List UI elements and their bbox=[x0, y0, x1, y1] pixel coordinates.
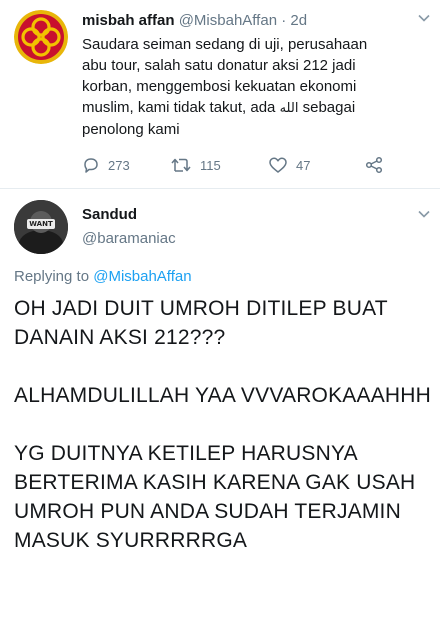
parent-text-line: abu tour, salah satu donatur aksi 212 ja… bbox=[82, 57, 356, 74]
like-button[interactable]: 47 bbox=[268, 155, 310, 175]
replying-to: Replying to @MisbahAffan bbox=[14, 268, 192, 285]
tweet-actions: 273 115 47 bbox=[82, 155, 422, 175]
reply-paragraph: OH JADI DUIT UMROH DITILEP BUAT DANAIN A… bbox=[14, 297, 388, 349]
share-button[interactable] bbox=[364, 155, 392, 175]
reply-paragraph: YG DUITNYA KETILEP HARUSNYA BERTERIMA KA… bbox=[14, 442, 416, 552]
parent-timestamp[interactable]: · 2d bbox=[281, 12, 307, 29]
parent-text-fragment: muslim, kami tidak takut, ada bbox=[82, 99, 280, 116]
logo-avatar-icon bbox=[14, 10, 68, 64]
parent-tweet[interactable]: misbah affan @MisbahAffan · 2d Saudara s… bbox=[0, 0, 440, 188]
parent-display-name[interactable]: misbah affan bbox=[82, 12, 175, 29]
parent-text-line: Saudara seiman sedang di uji, perusahaan bbox=[82, 36, 368, 53]
parent-text-line: muslim, kami tidak takut, ada الله sebag… bbox=[82, 97, 432, 119]
parent-tweet-text: Saudara seiman sedang di uji, perusahaan… bbox=[82, 34, 432, 140]
reply-icon bbox=[84, 158, 98, 173]
arabic-word: الله bbox=[279, 101, 299, 116]
reply-tweet-text: OH JADI DUIT UMROH DITILEP BUAT DANAIN A… bbox=[14, 294, 434, 555]
retweet-count: 115 bbox=[200, 157, 221, 173]
chevron-down-icon[interactable] bbox=[418, 12, 430, 24]
parent-avatar[interactable] bbox=[14, 10, 68, 64]
parent-header: misbah affan @MisbahAffan · 2d bbox=[82, 12, 307, 29]
parent-text-line: penolong kami bbox=[82, 121, 180, 138]
parent-text-line: korban, menggembosi kekuatan ekonomi bbox=[82, 78, 357, 95]
tweet-divider bbox=[0, 188, 440, 189]
replying-prefix: Replying to bbox=[14, 268, 94, 285]
parent-text-fragment: sebagai bbox=[298, 99, 356, 116]
reply-handle[interactable]: @baramaniac bbox=[82, 230, 176, 247]
reply-paragraph: ALHAMDULILLAH YAA VVVAROKAAAHHH bbox=[14, 384, 432, 407]
like-count: 47 bbox=[296, 157, 311, 173]
reply-display-name[interactable]: Sandud bbox=[82, 206, 137, 223]
avatar-caption: WANT bbox=[29, 220, 53, 228]
reply-button[interactable]: 273 bbox=[82, 155, 130, 175]
retweet-icon bbox=[171, 158, 191, 172]
parent-handle[interactable]: @MisbahAffan bbox=[179, 12, 277, 29]
share-icon bbox=[365, 156, 383, 174]
reply-avatar[interactable]: WANT bbox=[14, 200, 68, 254]
like-icon bbox=[269, 157, 287, 173]
reply-count: 273 bbox=[108, 157, 130, 173]
retweet-button[interactable]: 115 bbox=[170, 155, 221, 175]
replying-mention-link[interactable]: @MisbahAffan bbox=[93, 268, 191, 285]
chevron-down-icon[interactable] bbox=[418, 208, 430, 220]
